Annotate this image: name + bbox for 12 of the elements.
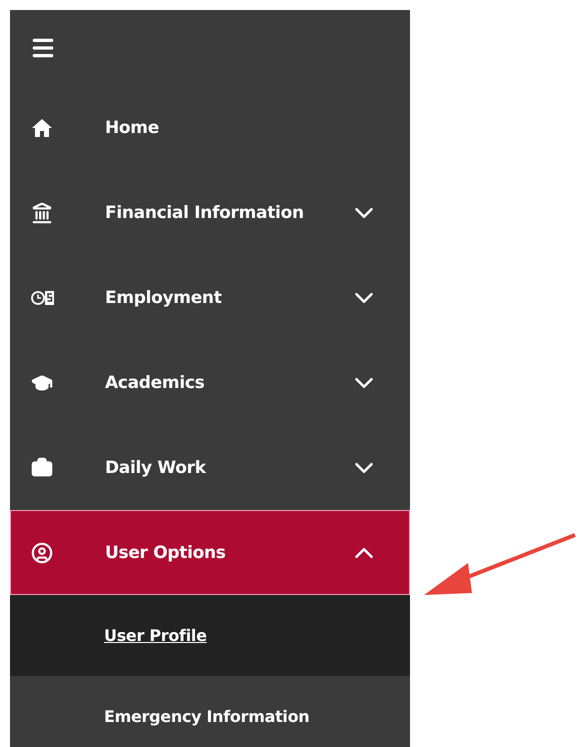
menu-item[interactable]: Daily Work	[10, 425, 410, 510]
menu-item[interactable]: Financial Information	[10, 170, 410, 255]
menu-item[interactable]: Academics	[10, 340, 410, 425]
user-icon	[31, 542, 53, 564]
briefcase-icon	[31, 456, 53, 478]
clock-dollar-icon	[31, 288, 55, 306]
home-icon	[31, 118, 53, 138]
menu-item[interactable]: Employment	[10, 255, 410, 340]
menu-item[interactable]: User Options	[10, 510, 410, 595]
menu-item[interactable]: Home	[10, 85, 410, 170]
submenu-item[interactable]: User Profile	[10, 595, 410, 676]
bank-icon	[31, 202, 53, 224]
